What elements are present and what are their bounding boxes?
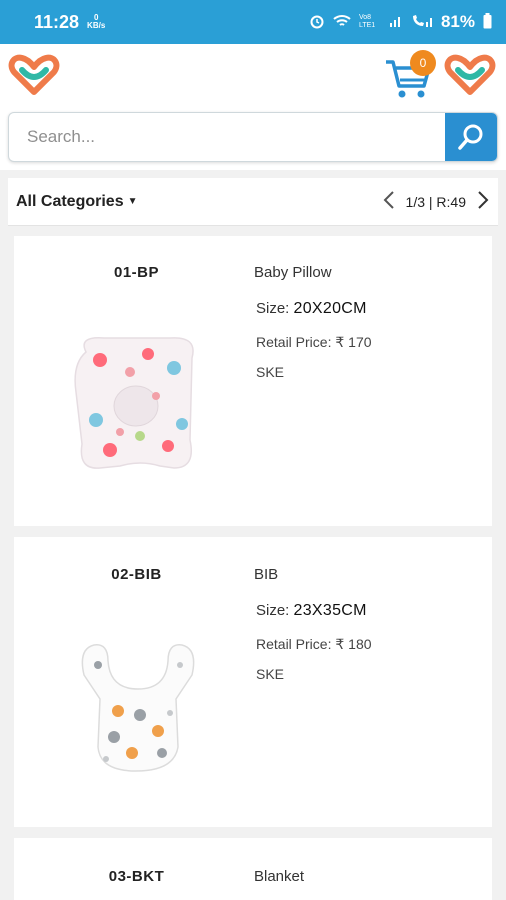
product-brand: SKE xyxy=(256,364,285,380)
baby-pillow-image[interactable] xyxy=(70,332,206,481)
size-value: 23X35CM xyxy=(293,602,367,619)
category-label: All Categories xyxy=(16,192,124,210)
category-dropdown[interactable]: All Categories ▼ xyxy=(16,193,138,211)
call-signal-icon xyxy=(411,14,433,31)
filter-bar: All Categories ▼ 1/3 | R:49 xyxy=(8,178,498,226)
status-bar: 11:28 0 KB/s Vo8 LTE1 81% xyxy=(0,0,506,44)
next-page-icon[interactable] xyxy=(476,190,490,214)
cart-count-badge: 0 xyxy=(410,50,436,76)
size-value: 20X20CM xyxy=(293,300,367,317)
product-code: 02-BIB xyxy=(111,566,162,583)
battery-icon xyxy=(483,12,492,32)
caret-down-icon: ▼ xyxy=(127,196,138,207)
size-label: Size: xyxy=(256,300,290,317)
brand-logo-right-icon[interactable] xyxy=(444,54,496,101)
product-card[interactable]: 03-BKT Blanket xyxy=(14,838,492,900)
product-price: Retail Price: ₹ 170 xyxy=(256,334,372,350)
size-label: Size: xyxy=(256,602,290,619)
status-icons: Vo8 LTE1 81% xyxy=(309,12,492,32)
pagination: 1/3 | R:49 xyxy=(382,190,490,214)
alarm-icon xyxy=(309,13,325,32)
net-speed-unit: KB/s xyxy=(87,21,106,30)
net-speed: 0 KB/s xyxy=(87,14,105,30)
product-name: Blanket xyxy=(254,868,305,885)
product-card[interactable]: 01-BP Baby Pillow Size: 20X20CM Retail P… xyxy=(14,236,492,526)
product-size: Size: 20X20CM xyxy=(256,300,367,318)
page-indicator: 1/3 | R:49 xyxy=(405,193,466,210)
search-section xyxy=(0,106,506,170)
wifi-icon xyxy=(333,14,351,31)
brand-logo-icon[interactable] xyxy=(8,54,60,101)
clock: 11:28 xyxy=(34,11,80,32)
search-box xyxy=(8,112,498,162)
product-price: Retail Price: ₹ 180 xyxy=(256,636,372,652)
product-brand: SKE xyxy=(256,666,285,682)
search-input[interactable] xyxy=(9,113,447,161)
product-code: 01-BP xyxy=(113,264,160,281)
battery-level: 81% xyxy=(440,12,475,31)
search-icon xyxy=(458,124,483,150)
product-card[interactable]: 02-BIB BIB Size: 23X35CM Retail Price: ₹… xyxy=(14,537,492,827)
product-size: Size: 23X35CM xyxy=(256,602,367,620)
baby-bib-image[interactable] xyxy=(70,635,206,780)
signal-icon xyxy=(389,14,403,31)
product-code: 03-BKT xyxy=(108,868,165,885)
prev-page-icon[interactable] xyxy=(382,190,396,214)
product-name: BIB xyxy=(254,566,279,583)
search-button[interactable] xyxy=(445,113,497,161)
network-label: Vo8 LTE1 xyxy=(358,14,376,29)
product-name: Baby Pillow xyxy=(254,264,332,281)
